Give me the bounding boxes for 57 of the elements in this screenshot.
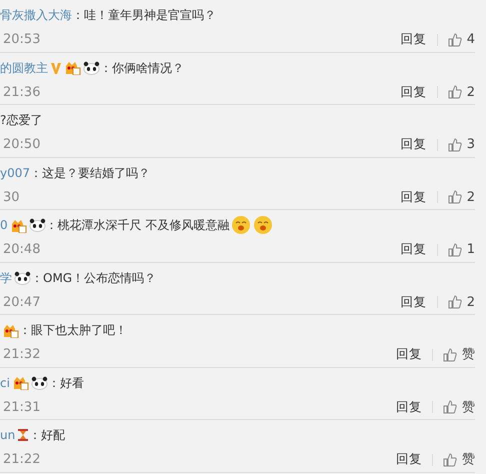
blushing-face-icon [231,215,252,235]
like-button[interactable]: 1 [448,240,475,260]
panda-icon [30,376,48,390]
comment-text: ：哇！童年男神是官宣吗？ [72,7,216,24]
thumbs-up-icon [443,348,457,362]
thumbs-up-icon [448,295,462,310]
comment-time: 21:36 [2,84,40,102]
comment-text: ：桃花潭水深千尺 不及修风暖意融 [46,217,230,234]
vip-badge-icon [50,60,62,74]
comment-time: 20:47 [2,294,40,312]
thumbs-up-icon [448,242,462,257]
level-badge-icon [12,375,29,390]
thumbs-up-icon [443,400,457,414]
comment-text: ：这是？要结婚了吗？ [30,164,150,182]
like-button[interactable]: 3 [448,135,475,154]
comment-text: ：OMG！公布恋情吗？ [31,270,156,286]
comment-text: ：好看 [48,374,84,392]
blushing-face-icon [253,215,274,235]
reply-link[interactable]: 回复 [396,450,422,470]
comment-text: ：眼下也太肿了吧！ [19,322,127,339]
reply-link[interactable]: 回复 [396,398,422,417]
comment-text: ：好配 [29,427,66,444]
reply-link[interactable]: 回复 [400,82,427,102]
comment-time: 20:53 [2,31,40,49]
comment-time: 30 [2,188,20,206]
like-button[interactable]: 赞 [443,345,475,364]
comment-text: ：你俩啥情况？ [100,60,184,76]
comment-time: 21:22 [2,451,40,469]
thumbs-up-icon [448,32,462,47]
panda-icon [14,270,31,284]
reply-link[interactable]: 回复 [400,30,427,50]
like-button[interactable]: 4 [448,30,475,50]
thumbs-up-icon [448,138,462,152]
reply-link[interactable]: 回复 [400,240,427,260]
like-button[interactable]: 赞 [443,398,475,417]
comment-time: 20:48 [2,241,40,259]
like-button[interactable]: 2 [448,188,475,207]
reply-link[interactable]: 回复 [400,292,427,312]
like-button[interactable]: 2 [448,82,475,102]
thumbs-up-icon [448,85,462,100]
thumbs-up-icon [443,452,457,467]
level-badge-icon [64,60,81,75]
comment-time: 21:32 [2,346,40,364]
level-badge-icon [2,322,19,338]
level-badge-icon [10,218,27,232]
reply-link[interactable]: 回复 [396,345,422,364]
panda-icon [28,218,46,232]
like-button[interactable]: 赞 [443,450,475,470]
comment-time: 21:31 [2,398,40,416]
panda-icon [83,60,100,74]
thumbs-up-icon [448,190,462,204]
like-button[interactable]: 2 [448,292,475,312]
comment-text: ?恋爱了 [0,112,42,129]
reply-link[interactable]: 回复 [400,188,427,207]
comment-time: 20:50 [2,136,40,154]
reply-link[interactable]: 回复 [400,135,427,154]
hourglass-icon [17,428,30,442]
